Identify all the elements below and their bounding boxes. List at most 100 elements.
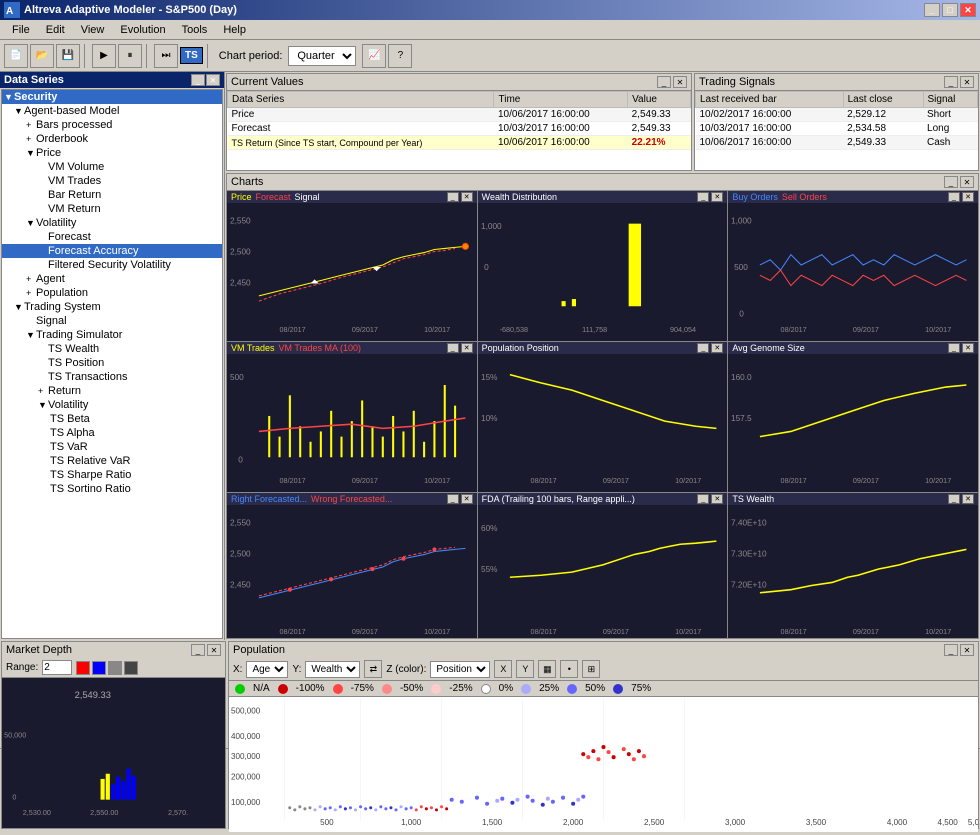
chart-wd-close[interactable]: ✕ [711,192,723,202]
ts-button[interactable]: TS [180,47,203,64]
tree-tsbeta[interactable]: TS Beta [2,412,222,426]
ts-controls[interactable]: _ ✕ [944,76,974,88]
chart-pf-close[interactable]: ✕ [461,192,473,202]
tree-tsvar[interactable]: TS VaR [2,440,222,454]
charts-minimize[interactable]: _ [944,176,958,188]
md-minimize[interactable]: _ [191,644,205,656]
cv-minimize[interactable]: _ [657,76,671,88]
md-controls[interactable]: _ ✕ [191,644,221,656]
chart-period-select[interactable]: Quarter Month Year [288,46,356,66]
ts-close[interactable]: ✕ [960,76,974,88]
pop-swap-btn[interactable]: ⇄ [364,660,382,678]
chart-wd-minimize[interactable]: _ [697,192,709,202]
pop-minimize[interactable]: _ [944,644,958,656]
tree-forecast[interactable]: Forecast [2,230,222,244]
window-controls[interactable]: _ □ ✕ [924,3,976,17]
md-close[interactable]: ✕ [207,644,221,656]
tree-tradingsystem[interactable]: ▼ Trading System [2,300,222,314]
tree-bars[interactable]: + Bars processed [2,118,222,132]
chart-ag-controls[interactable]: _ ✕ [948,343,974,353]
chart-tsw-controls[interactable]: _ ✕ [948,494,974,504]
tree-signal[interactable]: Signal [2,314,222,328]
step-button[interactable]: ⏭ [154,44,178,68]
pop-btn-grid[interactable]: ▦ [538,660,556,678]
tree-volatility[interactable]: ▼ Volatility [2,216,222,230]
chart-tsw-minimize[interactable]: _ [948,494,960,504]
tree-agent[interactable]: + Agent [2,272,222,286]
chart-fa-minimize[interactable]: _ [447,494,459,504]
chart-tsw-close[interactable]: ✕ [962,494,974,504]
tree-vmvolume[interactable]: VM Volume [2,160,222,174]
chart-pf-controls[interactable]: _ ✕ [447,192,473,202]
tree-vmreturn[interactable]: VM Return [2,202,222,216]
tree-tssortino[interactable]: TS Sortino Ratio [2,482,222,496]
tree-forecastaccuracy[interactable]: Forecast Accuracy [2,244,222,258]
tree-vmtrades[interactable]: VM Trades [2,174,222,188]
tree-orderbook[interactable]: + Orderbook [2,132,222,146]
chart-wd-controls[interactable]: _ ✕ [697,192,723,202]
chart-vmt-close[interactable]: ✕ [461,343,473,353]
pop-btn-y[interactable]: Y [516,660,534,678]
tree-security[interactable]: ▼ Security [2,90,222,104]
chart-vmt-controls[interactable]: _ ✕ [447,343,473,353]
pop-btn-dot[interactable]: • [560,660,578,678]
save-button[interactable]: 💾 [56,44,80,68]
color-dark[interactable] [124,661,138,675]
maximize-button[interactable]: □ [942,3,958,17]
tree-tradingsim[interactable]: ▼ Trading Simulator [2,328,222,342]
y-select[interactable]: Wealth [305,661,360,678]
chart-bs-minimize[interactable]: _ [948,192,960,202]
tree-price[interactable]: ▼ Price [2,146,222,160]
help-button[interactable]: ? [388,44,412,68]
menu-edit[interactable]: Edit [38,22,73,38]
chart-bs-controls[interactable]: _ ✕ [948,192,974,202]
tree-tsrelvar[interactable]: TS Relative VaR [2,454,222,468]
z-select[interactable]: Position [430,661,490,678]
close-button[interactable]: ✕ [960,3,976,17]
tree-abm[interactable]: ▼ Agent-based Model [2,104,222,118]
tree-return[interactable]: + Return [2,384,222,398]
chart-button[interactable]: 📈 [362,44,386,68]
tree-area[interactable]: ▼ Security ▼ Agent-based Model + Bars pr… [1,89,223,639]
tree-volatility2[interactable]: ▼ Volatility [2,398,222,412]
menu-help[interactable]: Help [215,22,254,38]
chart-pp-controls[interactable]: _ ✕ [697,343,723,353]
pop-controls-btns[interactable]: _ ✕ [944,644,974,656]
color-gray[interactable] [108,661,122,675]
x-select[interactable]: Age [246,661,288,678]
panel-minimize[interactable]: _ [191,74,205,86]
menu-file[interactable]: File [4,22,38,38]
chart-pp-close[interactable]: ✕ [711,343,723,353]
cv-close[interactable]: ✕ [673,76,687,88]
chart-fda-controls[interactable]: _ ✕ [697,494,723,504]
pause-button[interactable]: ⏸ [118,44,142,68]
tree-tswealth[interactable]: TS Wealth [2,342,222,356]
tree-tsalpha[interactable]: TS Alpha [2,426,222,440]
tree-tsposition[interactable]: TS Position [2,356,222,370]
range-input[interactable] [42,660,72,675]
color-red[interactable] [76,661,90,675]
tree-barreturn[interactable]: Bar Return [2,188,222,202]
chart-fda-minimize[interactable]: _ [697,494,709,504]
color-blue[interactable] [92,661,106,675]
tree-tssharpe[interactable]: TS Sharpe Ratio [2,468,222,482]
play-button[interactable]: ▶ [92,44,116,68]
minimize-button[interactable]: _ [924,3,940,17]
tree-fsv[interactable]: Filtered Security Volatility [2,258,222,272]
chart-ag-close[interactable]: ✕ [962,343,974,353]
chart-vmt-minimize[interactable]: _ [447,343,459,353]
menu-view[interactable]: View [73,22,113,38]
chart-bs-close[interactable]: ✕ [962,192,974,202]
chart-fda-close[interactable]: ✕ [711,494,723,504]
pop-btn-expand[interactable]: ⊞ [582,660,600,678]
pop-close[interactable]: ✕ [960,644,974,656]
menu-tools[interactable]: Tools [174,22,216,38]
chart-fa-controls[interactable]: _ ✕ [447,494,473,504]
panel-close[interactable]: ✕ [206,74,220,86]
new-button[interactable]: 📄 [4,44,28,68]
chart-pf-minimize[interactable]: _ [447,192,459,202]
charts-controls[interactable]: _ ✕ [944,176,974,188]
md-color-boxes[interactable] [76,661,138,675]
open-button[interactable]: 📂 [30,44,54,68]
pop-btn-x[interactable]: X [494,660,512,678]
